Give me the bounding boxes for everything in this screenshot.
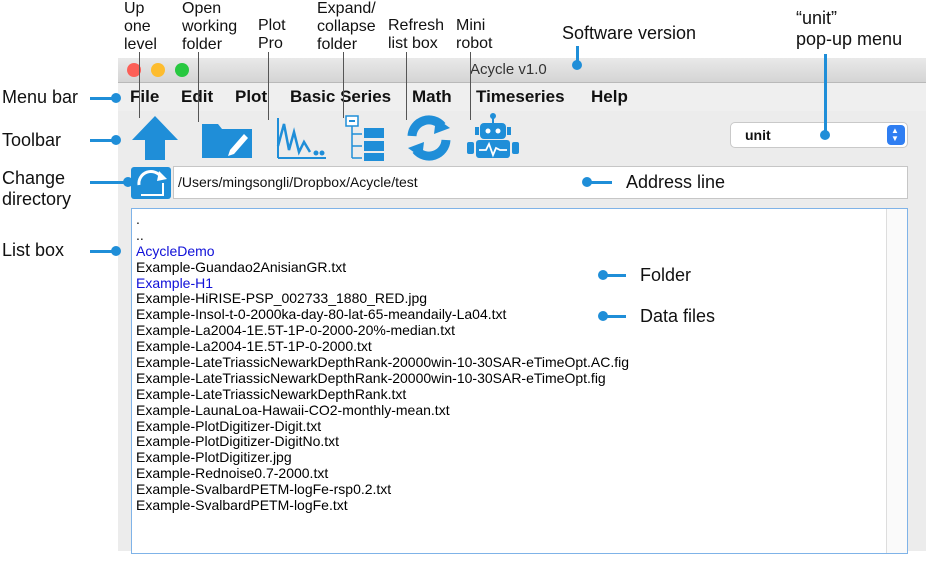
leader-plot-pro: [268, 52, 269, 120]
callout-dot-unit-popup: [820, 130, 830, 140]
minimize-window-button[interactable]: [151, 63, 165, 77]
list-item-file[interactable]: Example-HiRISE-PSP_002733_1880_RED.jpg: [136, 291, 629, 307]
list-item-file[interactable]: Example-La2004-1E.5T-1P-0-2000.txt: [136, 338, 629, 355]
annotation-folder: Folder: [640, 265, 692, 285]
robot-icon[interactable]: [464, 112, 522, 162]
annotation-expand-collapse: Expand/ collapse folder: [317, 0, 376, 53]
callout-folder: [606, 274, 626, 277]
menu-basic-series[interactable]: Basic Series: [290, 87, 391, 107]
list-scrollbar[interactable]: [886, 209, 907, 553]
list-box[interactable]: ... AcycleDemo Example-Guandao2AnisianGR.t…: [131, 208, 908, 554]
zoom-window-button[interactable]: [175, 63, 189, 77]
menu-timeseries[interactable]: Timeseries: [476, 87, 565, 107]
leader-open-folder: [198, 52, 199, 122]
annotation-data-files: Data files: [640, 306, 716, 326]
change-directory-button[interactable]: [131, 167, 171, 199]
annotation-mini-robot: Mini robot: [456, 17, 493, 52]
list-item-folder[interactable]: AcycleDemo: [136, 243, 629, 260]
callout-dot-list-box: [111, 246, 121, 256]
address-line[interactable]: /Users/mingsongli/Dropbox/Acycle/test: [173, 166, 908, 199]
callout-dot-toolbar: [111, 135, 121, 145]
menu-help[interactable]: Help: [591, 87, 628, 107]
annotation-software-version: Software version: [562, 23, 697, 43]
chevron-updown-icon: ▲ ▼: [887, 125, 905, 145]
plot-pro-icon[interactable]: [272, 116, 328, 162]
annotation-list-box: List box: [2, 240, 65, 260]
list-item-file[interactable]: Example-SvalbardPETM-logFe-rsp0.2.txt: [136, 481, 629, 498]
annotation-refresh: Refresh list box: [388, 17, 445, 52]
annotation-toolbar: Toolbar: [2, 130, 62, 150]
callout-unit-popup: [824, 54, 827, 132]
callout-dot-change-directory: [123, 177, 133, 187]
unit-popup-label: unit: [745, 127, 771, 143]
window-title: Acycle v1.0: [470, 61, 547, 78]
callout-address-line: [590, 181, 612, 184]
menu-file[interactable]: File: [130, 87, 159, 107]
file-list: ... AcycleDemo Example-Guandao2AnisianGR.t…: [136, 211, 629, 514]
list-item-file[interactable]: Example-Guandao2AnisianGR.txt: [136, 259, 629, 276]
callout-dot-menu-bar: [111, 93, 121, 103]
annotation-unit-popup: “unit” pop-up menu: [796, 8, 903, 49]
menu-plot[interactable]: Plot: [235, 87, 267, 107]
menu-math[interactable]: Math: [412, 87, 452, 107]
list-item-file[interactable]: Example-Rednoise0.7-2000.txt: [136, 465, 629, 482]
leader-mini-robot: [470, 52, 471, 120]
open-folder-icon[interactable]: [200, 118, 254, 160]
list-item-file[interactable]: Example-LaunaLoa-Hawaii-CO2-monthly-mean…: [136, 402, 629, 419]
callout-change-directory: [90, 181, 126, 184]
callout-data-files: [606, 315, 626, 318]
annotation-change-directory: Change directory: [2, 168, 72, 209]
list-item-file[interactable]: Example-Insol-t-0-2000ka-day-80-lat-65-m…: [136, 306, 629, 323]
list-item-file[interactable]: Example-LateTriassicNewarkDepthRank-2000…: [136, 370, 629, 387]
annotation-up-level: Up one level: [124, 0, 157, 53]
list-item-file[interactable]: Example-PlotDigitizer-Digit.txt: [136, 418, 629, 435]
expand-collapse-icon[interactable]: [344, 114, 388, 162]
callout-dot-software-version: [572, 60, 582, 70]
annotation-plot-pro: Plot Pro: [258, 17, 286, 52]
list-item-nav[interactable]: .: [136, 211, 629, 228]
address-path: /Users/mingsongli/Dropbox/Acycle/test: [178, 174, 418, 190]
list-item-file[interactable]: Example-PlotDigitizer.jpg: [136, 449, 629, 466]
list-item-file[interactable]: Example-PlotDigitizer-DigitNo.txt: [136, 434, 629, 450]
up-arrow-icon[interactable]: [130, 114, 180, 162]
list-item-file[interactable]: Example-La2004-1E.5T-1P-0-2000-20%-media…: [136, 322, 629, 339]
leader-up-level: [139, 52, 140, 118]
list-item-file[interactable]: Example-LateTriassicNewarkDepthRank-2000…: [136, 354, 629, 371]
annotation-menu-bar: Menu bar: [2, 87, 79, 107]
leader-expand-collapse: [343, 52, 344, 118]
annotation-open-folder: Open working folder: [182, 0, 238, 53]
annotation-address-line: Address line: [626, 172, 726, 192]
change-directory-icon: [137, 170, 167, 196]
list-item-folder[interactable]: Example-H1: [136, 275, 629, 292]
leader-refresh: [406, 52, 407, 120]
list-item-nav[interactable]: ..: [136, 227, 629, 244]
unit-popup-menu[interactable]: unit ▲ ▼: [730, 122, 908, 148]
refresh-icon[interactable]: [404, 114, 454, 162]
list-item-file[interactable]: Example-SvalbardPETM-logFe.txt: [136, 497, 629, 514]
list-item-file[interactable]: Example-LateTriassicNewarkDepthRank.txt: [136, 386, 629, 403]
